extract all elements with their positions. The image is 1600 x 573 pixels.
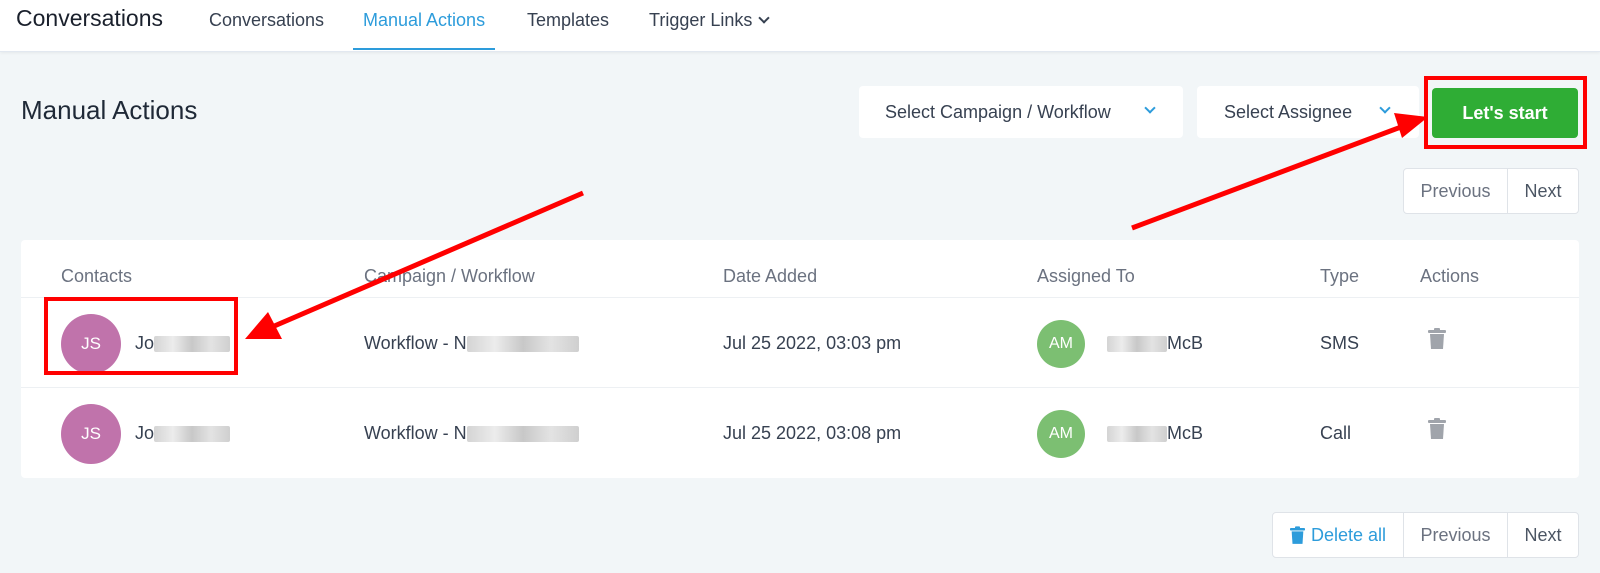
arrow-to-contact [245,190,584,339]
arrow-to-start-button [1131,113,1428,231]
annotation-arrows [245,113,1428,339]
